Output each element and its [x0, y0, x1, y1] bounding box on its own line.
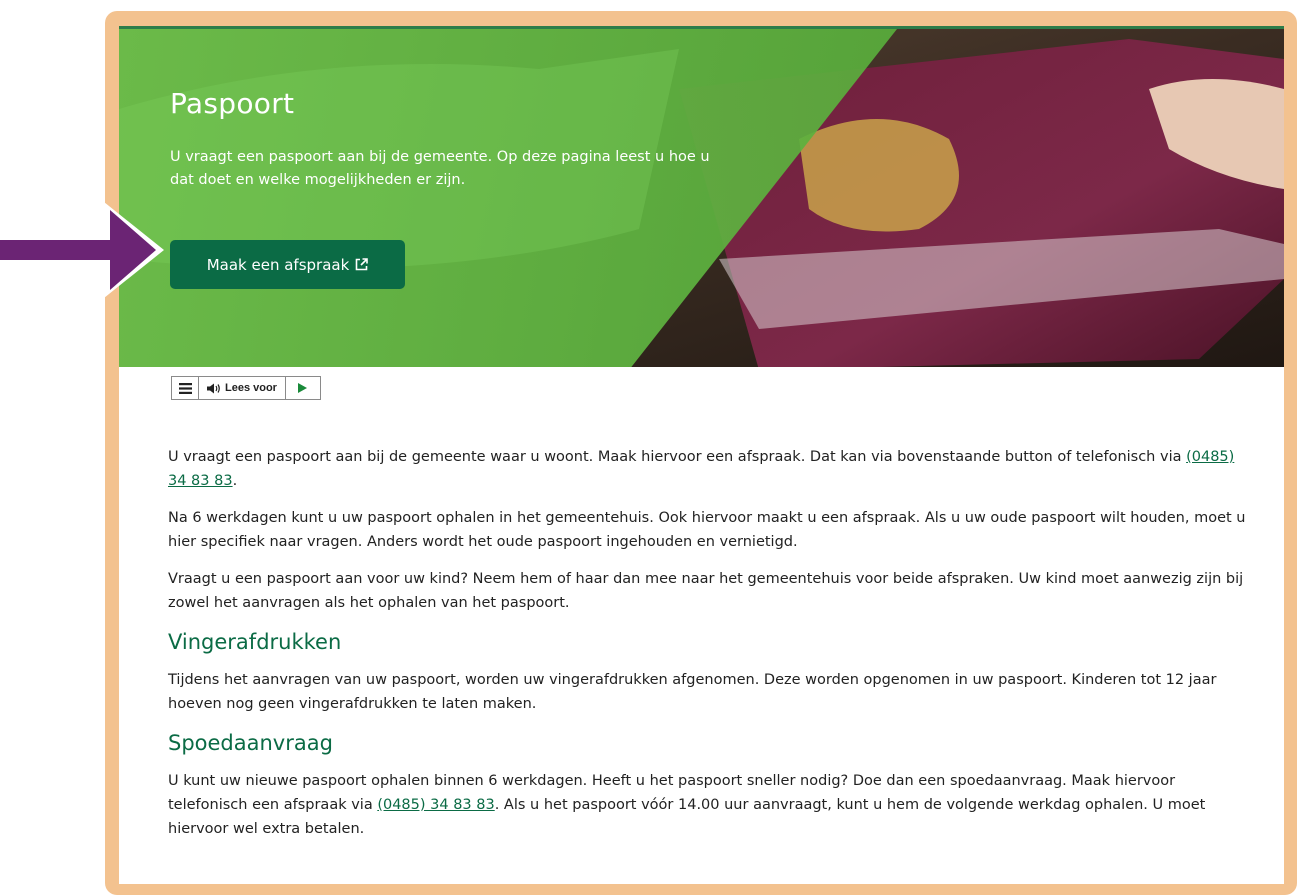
hero-passport-photo	[119, 29, 1284, 367]
make-appointment-label: Maak een afspraak	[206, 255, 350, 274]
paragraph-text: U vraagt een paspoort aan bij de gemeent…	[168, 449, 1187, 465]
menu-icon[interactable]	[172, 377, 199, 399]
make-appointment-button[interactable]: Maak een afspraak	[170, 240, 405, 289]
main-content: U vraagt een paspoort aan bij de gemeent…	[168, 445, 1248, 854]
read-aloud-button[interactable]: Lees voor	[199, 377, 286, 399]
hero-intro-text: U vraagt een paspoort aan bij de gemeent…	[170, 149, 710, 188]
paragraph-urgent: U kunt uw nieuwe paspoort ophalen binnen…	[168, 769, 1248, 841]
paragraph-pickup: Na 6 werkdagen kunt u uw paspoort ophale…	[168, 510, 1246, 550]
paragraph-appointment: U vraagt een paspoort aan bij de gemeent…	[168, 445, 1248, 493]
read-aloud-label: Lees voor	[225, 382, 277, 394]
speaker-icon	[207, 383, 220, 393]
paragraph-fingerprints: Tijdens het aanvragen van uw paspoort, w…	[168, 672, 1217, 712]
page-title: Paspoort	[170, 87, 295, 120]
paragraph-end: .	[232, 473, 238, 489]
external-link-icon	[355, 258, 369, 271]
pointer-arrow-icon	[0, 202, 164, 298]
web-page: Paspoort U vraagt een paspoort aan bij d…	[119, 26, 1284, 884]
hero-banner: Paspoort U vraagt een paspoort aan bij d…	[119, 26, 1284, 367]
readspeaker-toolbar: Lees voor	[171, 376, 321, 400]
heading-urgent-request: Spoedaanvraag	[168, 731, 333, 755]
play-icon[interactable]	[286, 377, 320, 399]
heading-fingerprints: Vingerafdrukken	[168, 630, 342, 654]
paragraph-child: Vraagt u een paspoort aan voor uw kind? …	[168, 571, 1244, 611]
phone-link-urgent[interactable]: (0485) 34 83 83	[377, 797, 494, 813]
